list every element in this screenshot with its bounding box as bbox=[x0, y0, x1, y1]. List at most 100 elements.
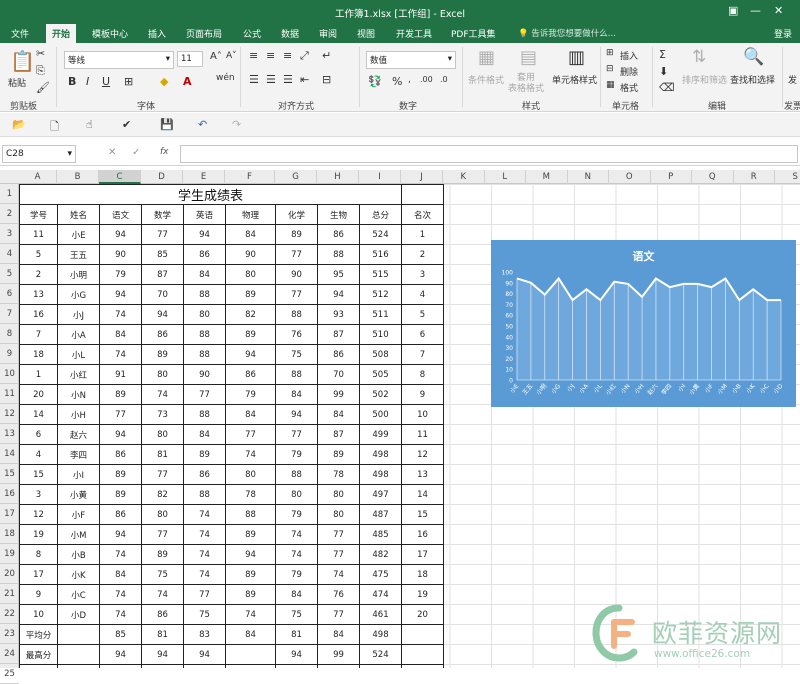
format-painter-icon[interactable]: 🖌 bbox=[36, 81, 50, 94]
underline-icon[interactable]: U bbox=[102, 75, 110, 88]
row-header-8[interactable]: 8 bbox=[0, 324, 19, 344]
cell-f[interactable]: 84 bbox=[225, 404, 276, 425]
cell-i[interactable]: 487 bbox=[359, 504, 402, 525]
row-header-22[interactable]: 22 bbox=[0, 604, 19, 624]
cell-a[interactable]: 12 bbox=[19, 504, 58, 525]
row-header-9[interactable]: 9 bbox=[0, 344, 19, 364]
delete-cells-icon[interactable]: ⊟ bbox=[606, 64, 614, 74]
cell-d[interactable]: 74 bbox=[141, 384, 184, 405]
cell-e[interactable]: 88 bbox=[183, 344, 226, 365]
paste-icon[interactable]: 📋 bbox=[10, 49, 35, 73]
cell-b[interactable]: 王五 bbox=[57, 244, 100, 265]
column-header-b[interactable]: B bbox=[57, 170, 99, 184]
cell-f[interactable]: 74 bbox=[225, 664, 276, 668]
cell-d[interactable]: 89 bbox=[141, 544, 184, 565]
cell-c[interactable]: 85 bbox=[99, 624, 142, 645]
cell-j[interactable]: 19 bbox=[401, 584, 444, 605]
cell-i[interactable]: 461 bbox=[359, 604, 402, 625]
cell-a[interactable]: 17 bbox=[19, 564, 58, 585]
cell-b[interactable]: 李四 bbox=[57, 444, 100, 465]
cell-e[interactable]: 89 bbox=[183, 444, 226, 465]
cell-h[interactable]: 80 bbox=[317, 484, 360, 505]
cell-b[interactable]: 小G bbox=[57, 284, 100, 305]
cell-c[interactable]: 94 bbox=[99, 524, 142, 545]
align-middle-icon[interactable]: ≡ bbox=[266, 49, 275, 62]
currency-icon[interactable]: 💱 bbox=[368, 75, 382, 88]
font-name-select[interactable]: 等线 ▾ bbox=[64, 51, 174, 69]
row-header-23[interactable]: 23 bbox=[0, 624, 19, 644]
cell-b[interactable] bbox=[57, 664, 100, 668]
cell-d[interactable] bbox=[141, 664, 184, 668]
row-header-25[interactable]: 25 bbox=[0, 664, 19, 684]
cell-d[interactable]: 82 bbox=[141, 484, 184, 505]
row-header-20[interactable]: 20 bbox=[0, 564, 19, 584]
cell-g[interactable]: 80 bbox=[275, 484, 318, 505]
cell-g[interactable]: 88 bbox=[275, 464, 318, 485]
cell-i[interactable]: 510 bbox=[359, 324, 402, 345]
cell-d[interactable]: 86 bbox=[141, 324, 184, 345]
cell-a[interactable]: 6 bbox=[19, 424, 58, 445]
cell-h[interactable]: 86 bbox=[317, 344, 360, 365]
cell-g[interactable]: 79 bbox=[275, 444, 318, 465]
cell-d[interactable]: 94 bbox=[141, 644, 184, 665]
row-header-16[interactable]: 16 bbox=[0, 484, 19, 504]
cell-d[interactable]: 81 bbox=[141, 444, 184, 465]
cell-e[interactable]: 英语 bbox=[183, 204, 226, 225]
cell-e[interactable]: 74 bbox=[183, 544, 226, 565]
align-center-icon[interactable]: ☰ bbox=[266, 73, 276, 86]
cell-e[interactable]: 74 bbox=[183, 664, 226, 668]
cell-f[interactable]: 80 bbox=[225, 264, 276, 285]
publish-button[interactable]: 发 bbox=[788, 73, 797, 86]
cell-h[interactable]: 99 bbox=[317, 644, 360, 665]
italic-icon[interactable]: I bbox=[86, 75, 89, 88]
cell-a[interactable]: 15 bbox=[19, 464, 58, 485]
cell-i[interactable]: 511 bbox=[359, 304, 402, 325]
tab-home[interactable]: 开始 bbox=[46, 24, 77, 43]
cell-c[interactable]: 74 bbox=[99, 664, 142, 668]
cell-c[interactable]: 94 bbox=[99, 284, 142, 305]
cell-g[interactable]: 84 bbox=[275, 584, 318, 605]
percent-icon[interactable]: % bbox=[392, 75, 402, 88]
cell-g[interactable]: 75 bbox=[275, 344, 318, 365]
cell-j[interactable]: 9 bbox=[401, 384, 444, 405]
login-button[interactable]: 登录 bbox=[774, 27, 792, 40]
cell-d[interactable]: 89 bbox=[141, 344, 184, 365]
cell-j[interactable]: 4 bbox=[401, 284, 444, 305]
cell-i[interactable]: 512 bbox=[359, 284, 402, 305]
cell-i[interactable]: 515 bbox=[359, 264, 402, 285]
cell-c[interactable]: 74 bbox=[99, 344, 142, 365]
cell-e[interactable]: 80 bbox=[183, 304, 226, 325]
cell-g[interactable]: 84 bbox=[275, 384, 318, 405]
cell-e[interactable]: 84 bbox=[183, 424, 226, 445]
tab-insert[interactable]: 插入 bbox=[148, 27, 166, 40]
cell-i[interactable]: 498 bbox=[359, 464, 402, 485]
open-folder-icon[interactable]: 📂 bbox=[12, 118, 26, 131]
cell-h[interactable]: 77 bbox=[317, 524, 360, 545]
cell-g[interactable]: 89 bbox=[275, 224, 318, 245]
cell-b[interactable]: 小E bbox=[57, 224, 100, 245]
cell-i[interactable]: 502 bbox=[359, 384, 402, 405]
cell-d[interactable]: 73 bbox=[141, 404, 184, 425]
cell-h[interactable]: 86 bbox=[317, 224, 360, 245]
cell-h[interactable]: 87 bbox=[317, 424, 360, 445]
column-header-g[interactable]: G bbox=[275, 170, 317, 184]
cell-j[interactable]: 名次 bbox=[401, 204, 444, 225]
cell-j[interactable] bbox=[401, 184, 444, 205]
cell-h[interactable]: 93 bbox=[317, 304, 360, 325]
cell-b[interactable]: 小L bbox=[57, 344, 100, 365]
orientation-icon[interactable]: ⤢ bbox=[300, 49, 309, 63]
cell-f[interactable]: 79 bbox=[225, 384, 276, 405]
cell-g[interactable]: 94 bbox=[275, 404, 318, 425]
cell-i[interactable]: 516 bbox=[359, 244, 402, 265]
ribbon-display-icon[interactable]: ▣ bbox=[728, 4, 738, 17]
fill-icon[interactable]: ⬇ bbox=[659, 65, 668, 78]
cell-g[interactable]: 88 bbox=[275, 304, 318, 325]
cell-d[interactable]: 86 bbox=[141, 604, 184, 625]
fill-color-icon[interactable]: ◆ bbox=[160, 75, 168, 88]
cell-d[interactable]: 70 bbox=[141, 284, 184, 305]
cell-a[interactable]: 20 bbox=[19, 384, 58, 405]
row-header-3[interactable]: 3 bbox=[0, 224, 19, 244]
cell-a[interactable]: 18 bbox=[19, 344, 58, 365]
cell-c[interactable]: 74 bbox=[99, 304, 142, 325]
cell-a[interactable]: 1 bbox=[19, 364, 58, 385]
